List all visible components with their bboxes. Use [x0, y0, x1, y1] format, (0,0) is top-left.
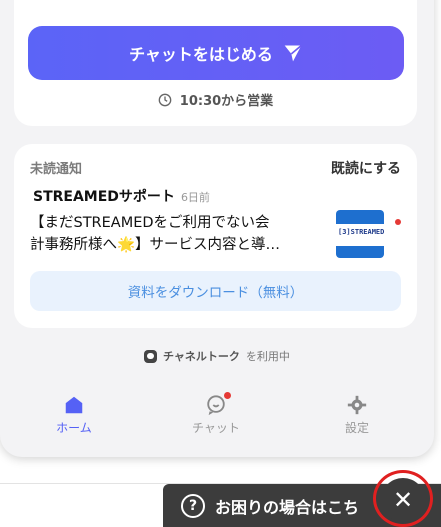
tab-settings-label: 設定 — [344, 421, 369, 435]
message-preview[interactable]: 【まだSTREAMEDをご利用でない会 計事務所様へ🌟】サービス内容と導… — [30, 212, 330, 256]
tab-chat[interactable]: チャット — [176, 392, 256, 436]
download-button[interactable]: 資料をダウンロード（無料） — [30, 271, 401, 311]
send-icon — [284, 44, 302, 62]
clock-icon — [158, 93, 172, 106]
start-chat-label: チャットをはじめる — [129, 45, 273, 64]
message-sender[interactable]: STREAMEDサポート 6日前 — [33, 186, 210, 206]
unread-dot — [395, 219, 401, 225]
mark-read-button[interactable]: 既読にする — [331, 158, 401, 178]
close-highlight-ring — [373, 470, 433, 527]
message-line-1: 【まだSTREAMEDをご利用でない会 — [30, 215, 270, 231]
tab-chat-label: チャット — [192, 421, 240, 435]
channeltalk-icon — [144, 349, 158, 363]
start-chat-button[interactable]: チャットをはじめる — [28, 26, 404, 80]
tab-home-label: ホーム — [56, 421, 92, 435]
chat-widget-panel: チャットをはじめる 10:30から営業 未読通知 既読にする STREAMEDサ… — [0, 0, 434, 457]
notification-header: 未読通知 既読にする — [30, 158, 401, 178]
business-hours: 10:30から営業 — [14, 90, 417, 109]
help-label: お困りの場合はこち — [215, 497, 360, 517]
gear-icon — [347, 395, 367, 415]
unread-label: 未読通知 — [30, 162, 83, 177]
question-icon: ? — [181, 493, 205, 518]
message-thumbnail[interactable]: [3]STREAMED — [336, 210, 384, 258]
message-line-2: 計事務所様へ🌟】サービス内容と導… — [30, 237, 281, 253]
powered-by[interactable]: チャネルトーク を利用中 — [0, 348, 434, 364]
sender-name: STREAMEDサポート — [33, 189, 175, 205]
message-time: 6日前 — [180, 191, 210, 204]
home-icon — [65, 396, 83, 414]
tab-settings[interactable]: 設定 — [317, 394, 397, 436]
bottom-nav: ホーム チャット 設定 — [0, 392, 434, 444]
channeltalk-brand: チャネルトーク — [163, 350, 240, 363]
tab-home[interactable]: ホーム — [34, 394, 114, 436]
notification-card: 未読通知 既読にする STREAMEDサポート 6日前 【まだSTREAMEDをご… — [14, 144, 417, 328]
business-hours-text: 10:30から営業 — [179, 94, 274, 109]
thumbnail-logo: [3]STREAMED — [338, 228, 384, 236]
powered-by-suffix: を利用中 — [245, 350, 290, 363]
chat-badge — [224, 392, 231, 399]
welcome-card: チャットをはじめる 10:30から営業 — [14, 0, 417, 126]
